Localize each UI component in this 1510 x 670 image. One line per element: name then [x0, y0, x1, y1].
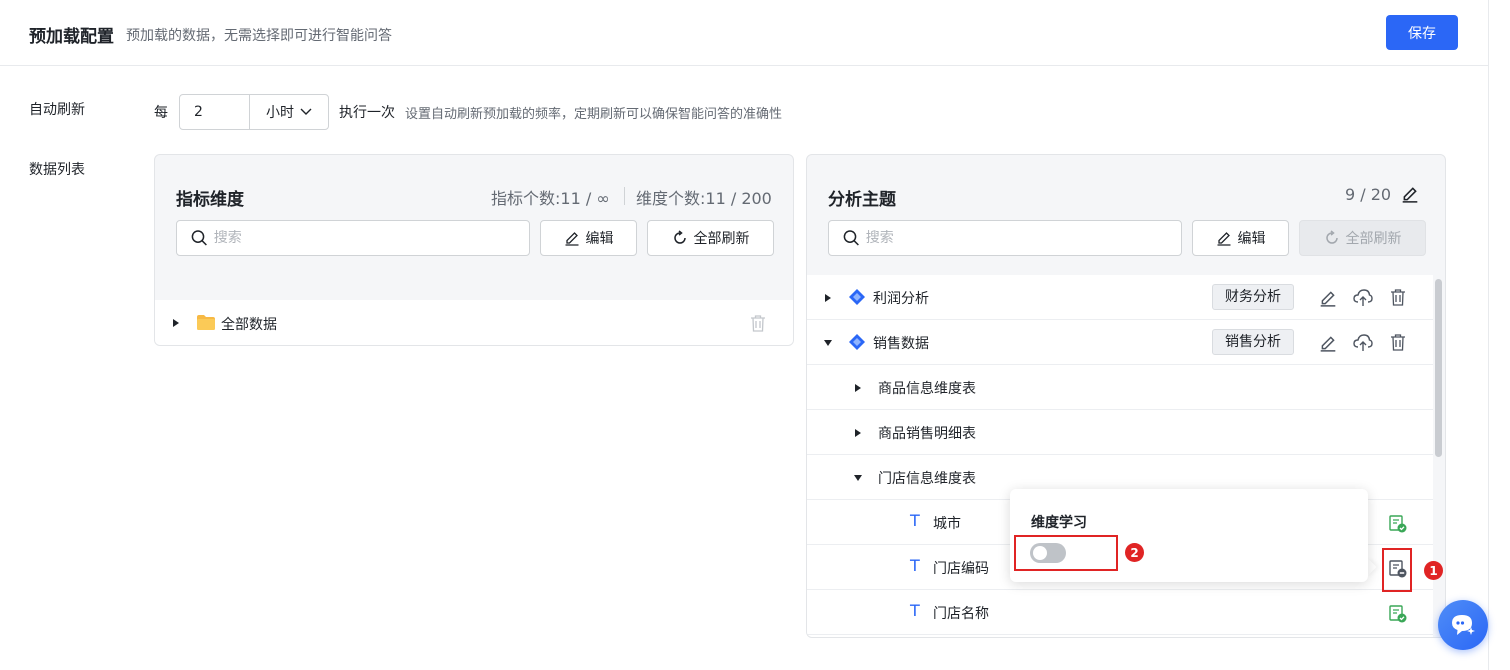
topic-row-sales[interactable]: 销售数据 销售分析: [807, 320, 1433, 365]
refresh-hint: 设置自动刷新预加载的频率，定期刷新可以确保智能问答的准确性: [405, 107, 783, 122]
caret-right-icon[interactable]: [825, 294, 831, 302]
right-search-box: [828, 220, 1182, 256]
delete-icon[interactable]: [1390, 289, 1406, 306]
right-refresh-label: 全部刷新: [1345, 231, 1402, 247]
field-label: 门店名称: [933, 606, 989, 622]
folder-icon: [197, 315, 215, 330]
right-panel-title: 分析主题: [828, 190, 896, 210]
metrics-dimensions-panel: 指标维度 指标个数:11 / ∞ 维度个数:11 / 200 编辑 全部刷新 全…: [154, 154, 794, 346]
caret-down-icon[interactable]: [824, 340, 832, 346]
edit-icon[interactable]: [1319, 289, 1337, 307]
page-title: 预加载配置: [29, 27, 114, 47]
table-label: 商品信息维度表: [878, 381, 976, 397]
right-search-input[interactable]: [865, 230, 1181, 246]
interval-control: 小时: [179, 94, 329, 130]
refresh-icon: [1325, 230, 1338, 244]
topic-row-profit[interactable]: 利润分析 财务分析: [807, 275, 1433, 320]
page-header: 预加载配置 预加载的数据，无需选择即可进行智能问答 保存: [0, 0, 1488, 66]
table-row-product-dim[interactable]: 商品信息维度表: [807, 365, 1433, 410]
left-tree: 全部数据: [155, 300, 793, 345]
search-icon: [843, 230, 859, 246]
left-panel-title: 指标维度: [176, 190, 244, 210]
edit-icon: [1217, 232, 1230, 246]
refresh-icon: [673, 230, 686, 244]
dimension-count: 维度个数:11 / 200: [636, 189, 772, 208]
tree-label-all-data: 全部数据: [221, 317, 277, 333]
popover-title: 维度学习: [1031, 515, 1087, 531]
right-edit-button[interactable]: 编辑: [1192, 220, 1289, 256]
text-type-icon: T: [910, 556, 920, 575]
tree-scrollbar[interactable]: [1435, 279, 1442, 457]
left-refresh-label: 全部刷新: [693, 231, 750, 247]
caret-right-icon[interactable]: [855, 429, 861, 437]
text-type-icon: T: [910, 601, 920, 620]
caret-right-icon[interactable]: [173, 319, 179, 327]
annotation-badge-1: 1: [1424, 561, 1443, 580]
save-button[interactable]: 保存: [1386, 15, 1458, 50]
learned-status-icon[interactable]: [1389, 605, 1407, 623]
topic-label-profit: 利润分析: [873, 291, 929, 307]
text-type-icon: T: [910, 511, 920, 530]
right-refresh-all-button[interactable]: 全部刷新: [1299, 220, 1426, 256]
topic-tag-sales: 销售分析: [1212, 329, 1294, 355]
edit-icon: [565, 232, 578, 246]
count-divider: [624, 187, 625, 205]
interval-input[interactable]: [180, 95, 250, 129]
annotation-badge-2: 2: [1125, 543, 1144, 562]
metric-count: 指标个数:11 / ∞: [491, 189, 610, 208]
chat-assistant-button[interactable]: [1438, 600, 1488, 650]
delete-icon[interactable]: [750, 315, 766, 332]
annotation-box-toggle: [1014, 535, 1118, 571]
every-label: 每: [154, 105, 168, 121]
annotation-box-status: [1382, 548, 1412, 592]
topic-icon: [849, 289, 865, 305]
left-edit-label: 编辑: [585, 231, 614, 247]
table-row-product-sales[interactable]: 商品销售明细表: [807, 410, 1433, 455]
table-label: 商品销售明细表: [878, 426, 976, 442]
data-list-label: 数据列表: [29, 162, 85, 178]
learned-status-icon[interactable]: [1389, 515, 1407, 533]
topic-label-sales: 销售数据: [873, 336, 929, 352]
chevron-down-icon: [300, 108, 312, 115]
left-edit-button[interactable]: 编辑: [540, 220, 637, 256]
right-edit-label: 编辑: [1237, 231, 1266, 247]
chat-bubble-icon: [1452, 615, 1475, 635]
left-search-box: [176, 220, 530, 256]
left-refresh-all-button[interactable]: 全部刷新: [647, 220, 774, 256]
left-search-input[interactable]: [213, 230, 529, 246]
unit-select-value: 小时: [266, 105, 294, 121]
field-label: 城市: [933, 516, 961, 532]
tree-row-all-data[interactable]: 全部数据: [155, 300, 793, 345]
field-label: 门店编码: [933, 561, 989, 577]
table-label: 门店信息维度表: [878, 471, 976, 487]
page-subtitle: 预加载的数据，无需选择即可进行智能问答: [126, 28, 392, 44]
edit-count-icon[interactable]: [1401, 185, 1419, 203]
caret-right-icon[interactable]: [855, 384, 861, 392]
topic-tag-finance: 财务分析: [1212, 284, 1294, 310]
topic-icon: [849, 334, 865, 350]
unit-select[interactable]: 小时: [250, 95, 328, 129]
right-rail: [1488, 0, 1510, 670]
cloud-upload-icon[interactable]: [1353, 289, 1373, 307]
search-icon: [191, 230, 207, 246]
exec-label: 执行一次: [339, 105, 395, 121]
delete-icon[interactable]: [1390, 334, 1406, 351]
topic-count: 9 / 20: [1345, 185, 1392, 204]
auto-refresh-label: 自动刷新: [29, 102, 85, 118]
topics-tree: 利润分析 财务分析 销售数据 销售分析 商品信息维度表 商品销售明细表 门店信息…: [807, 275, 1433, 637]
cloud-upload-icon[interactable]: [1353, 334, 1373, 352]
edit-icon[interactable]: [1319, 334, 1337, 352]
caret-down-icon[interactable]: [854, 475, 862, 481]
field-row-store-name[interactable]: T 门店名称: [807, 590, 1433, 635]
